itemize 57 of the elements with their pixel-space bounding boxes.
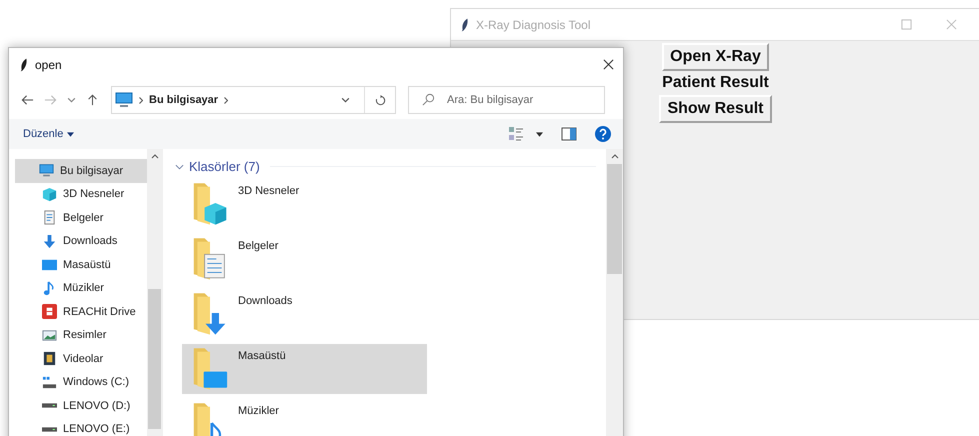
- breadcrumb[interactable]: Bu bilgisayar: [149, 94, 218, 106]
- group-header[interactable]: Klasörler (7): [175, 159, 260, 174]
- sidebar-item[interactable]: Müzikler: [15, 276, 147, 300]
- organize-menu[interactable]: Düzenle: [23, 128, 74, 140]
- preview-pane-icon[interactable]: [561, 126, 577, 142]
- sidebar-item[interactable]: LENOVO (E:): [15, 418, 147, 436]
- back-arrow-icon[interactable]: [21, 94, 34, 106]
- refresh-icon[interactable]: [374, 94, 386, 106]
- view-options-icon[interactable]: [508, 126, 524, 142]
- sidebar-item[interactable]: LENOVO (D:): [15, 394, 147, 418]
- sidebar-item[interactable]: Videolar: [15, 347, 147, 370]
- folder-item[interactable]: Müzikler: [182, 399, 427, 436]
- tk-button[interactable]: Open X-Ray: [662, 43, 769, 71]
- sidebar-item[interactable]: Windows (C:): [15, 370, 147, 394]
- folder-item[interactable]: Downloads: [182, 289, 427, 339]
- feather-icon: [461, 18, 469, 32]
- drive-app-icon: [42, 304, 57, 320]
- help-icon[interactable]: [595, 126, 611, 142]
- caret-icon: [67, 132, 74, 136]
- folder-item[interactable]: Belgeler: [182, 234, 427, 284]
- window-title: X-Ray Diagnosis Tool: [476, 18, 590, 32]
- feather-icon: [20, 58, 28, 72]
- down-arrow-icon: [42, 234, 57, 249]
- folder-item[interactable]: 3D Nesneler: [182, 179, 427, 229]
- scroll-up-icon[interactable]: [610, 154, 618, 159]
- tk-button[interactable]: Show Result: [659, 95, 772, 123]
- sidebar-item[interactable]: Masaüstü: [15, 253, 147, 276]
- picture-icon: [42, 328, 57, 343]
- scrollbar-thumb[interactable]: [607, 164, 622, 274]
- system-drive-icon: [42, 374, 57, 390]
- chevron-icon: [139, 96, 143, 104]
- sidebar-item[interactable]: Resimler: [15, 324, 147, 347]
- computer-icon: [39, 163, 54, 178]
- close-icon[interactable]: [603, 59, 614, 70]
- caret-icon[interactable]: [536, 132, 543, 136]
- sidebar-item[interactable]: Belgeler: [15, 206, 147, 230]
- sidebar-item[interactable]: 3D Nesneler: [15, 182, 147, 206]
- dropdown-icon[interactable]: [341, 97, 350, 103]
- sidebar-item[interactable]: Downloads: [15, 230, 147, 253]
- cube-icon: [42, 186, 57, 202]
- film-icon: [42, 351, 57, 366]
- search-icon: [422, 93, 435, 106]
- chevron-icon: [224, 96, 228, 104]
- chevron-icon: [175, 164, 184, 170]
- sidebar-item[interactable]: REACHit Drive: [15, 300, 147, 324]
- desktop-icon: [42, 257, 57, 272]
- computer-icon: [115, 92, 133, 108]
- scrollbar-thumb[interactable]: [148, 289, 161, 429]
- scroll-up-icon[interactable]: [150, 154, 158, 159]
- search-field[interactable]: Ara: Bu bilgisayar: [408, 86, 605, 114]
- address-bar[interactable]: Bu bilgisayar: [111, 86, 396, 114]
- dialog-title: open: [35, 58, 62, 72]
- sidebar-item[interactable]: Bu bilgisayar: [15, 159, 147, 182]
- folder-item[interactable]: Masaüstü: [182, 344, 427, 394]
- up-arrow-icon[interactable]: [86, 94, 99, 106]
- result-label: Patient Result: [662, 74, 769, 92]
- document-icon: [42, 210, 57, 226]
